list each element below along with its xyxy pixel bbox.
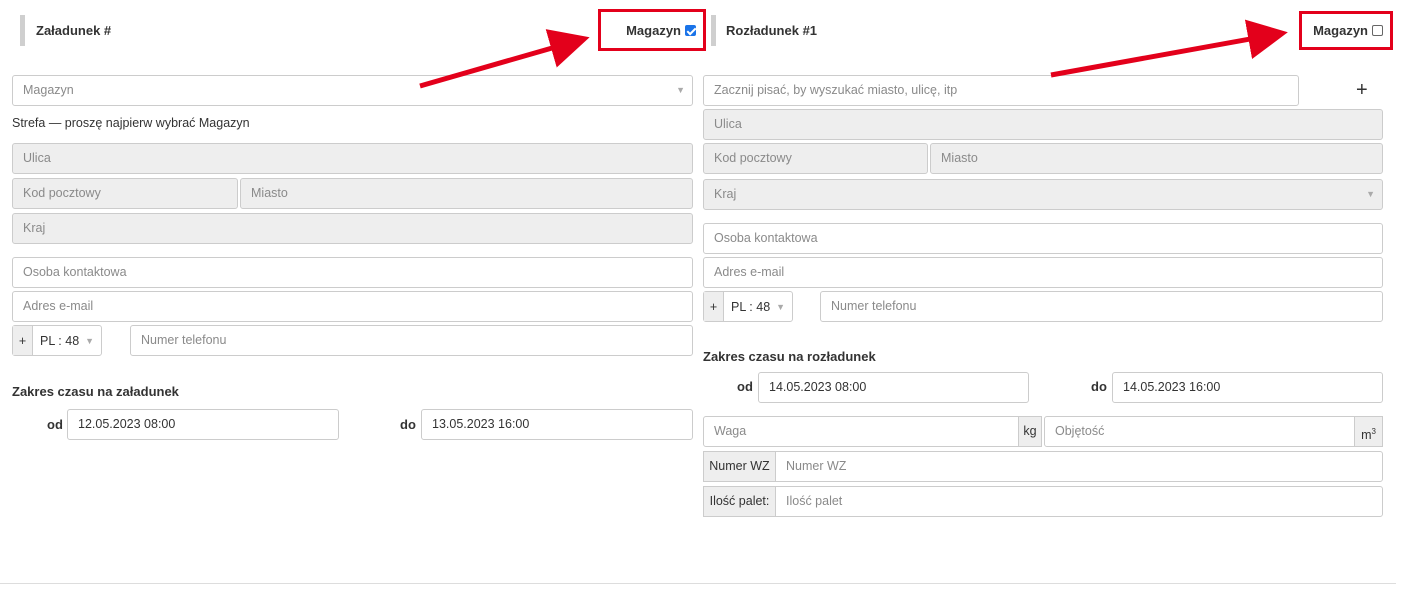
address-search-input[interactable]: Zacznij pisać, by wyszukać miasto, ulicę… — [703, 75, 1299, 106]
loading-time-title: Zakres czasu na załadunek — [12, 384, 179, 399]
loading-phone-prefix-select[interactable]: + PL : 48 ▼ — [12, 325, 102, 356]
chevron-down-icon: ▼ — [676, 85, 685, 95]
loading-title: Załadunek # — [36, 23, 112, 38]
loading-contact-field[interactable]: Osoba kontaktowa — [12, 257, 693, 288]
loading-country-field[interactable]: Kraj — [12, 213, 693, 244]
unloading-city-field[interactable]: Miasto — [930, 143, 1383, 174]
chevron-down-icon: ▼ — [85, 335, 94, 346]
loading-postal-field[interactable]: Kod pocztowy — [12, 178, 238, 209]
weight-unit: kg — [1018, 416, 1042, 447]
footer-divider — [0, 583, 1396, 584]
chevron-down-icon: ▼ — [776, 301, 785, 312]
loading-magazyn-checkbox[interactable] — [685, 24, 696, 36]
loading-to-input[interactable]: 13.05.2023 16:00 — [421, 409, 693, 440]
volume-unit-base: m — [1361, 428, 1372, 443]
unloading-postal-field[interactable]: Kod pocztowy — [703, 143, 928, 174]
unloading-title: Rozładunek #1 — [726, 23, 818, 38]
pallets-label: Ilość palet: — [703, 486, 776, 517]
loading-email-field[interactable]: Adres e-mail — [12, 291, 693, 322]
wz-label: Numer WZ — [703, 451, 776, 482]
unloading-phone-field[interactable]: Numer telefonu — [820, 291, 1383, 322]
unloading-magazyn-label: Magazyn — [1313, 23, 1368, 38]
unloading-magazyn-annotation-box: Magazyn — [1299, 11, 1393, 50]
unloading-time-title: Zakres czasu na rozładunek — [703, 349, 876, 364]
unloading-contact-field[interactable]: Osoba kontaktowa — [703, 223, 1383, 254]
unloading-magazyn-checkbox[interactable] — [1372, 25, 1383, 36]
loading-from-label: od — [47, 417, 63, 432]
unloading-from-label: od — [737, 379, 753, 394]
weight-input[interactable]: Waga — [703, 416, 1019, 447]
pallets-input[interactable]: Ilość palet — [775, 486, 1383, 517]
unloading-to-label: do — [1091, 379, 1107, 394]
unloading-street-field[interactable]: Ulica — [703, 109, 1383, 140]
unloading-to-input[interactable]: 14.05.2023 16:00 — [1112, 372, 1383, 403]
loading-phone-field[interactable]: Numer telefonu — [130, 325, 693, 356]
volume-input[interactable]: Objętość — [1044, 416, 1355, 447]
plus-icon: + — [704, 292, 724, 321]
chevron-down-icon: ▼ — [1366, 189, 1375, 199]
warehouse-select[interactable]: Magazyn ▼ — [12, 75, 693, 106]
add-address-button[interactable]: + — [1356, 80, 1368, 100]
warehouse-select-placeholder: Magazyn — [23, 83, 74, 97]
loading-header-bar — [20, 15, 25, 46]
unloading-phone-prefix-select[interactable]: + PL : 48 ▼ — [703, 291, 793, 322]
loading-magazyn-label: Magazyn — [626, 22, 681, 38]
loading-city-field[interactable]: Miasto — [240, 178, 693, 209]
loading-street-field[interactable]: Ulica — [12, 143, 693, 174]
unloading-phone-code: PL : 48 — [731, 299, 771, 314]
unloading-country-placeholder: Kraj — [714, 187, 737, 201]
wz-input[interactable]: Numer WZ — [775, 451, 1383, 482]
loading-magazyn-annotation-box: Magazyn — [598, 9, 706, 51]
unloading-annotation-arrow — [1050, 19, 1288, 78]
unloading-country-select[interactable]: Kraj ▼ — [703, 179, 1383, 210]
plus-icon: + — [13, 326, 33, 355]
volume-unit-exponent: 3 — [1371, 427, 1376, 436]
unloading-from-input[interactable]: 14.05.2023 08:00 — [758, 372, 1029, 403]
loading-from-input[interactable]: 12.05.2023 08:00 — [67, 409, 339, 440]
zone-text: Strefa — proszę najpierw wybrać Magazyn — [12, 116, 250, 130]
unloading-email-field[interactable]: Adres e-mail — [703, 257, 1383, 288]
unloading-header-bar — [711, 15, 716, 46]
loading-phone-code: PL : 48 — [40, 333, 80, 348]
volume-unit: m3 — [1354, 416, 1383, 447]
loading-to-label: do — [400, 417, 416, 432]
